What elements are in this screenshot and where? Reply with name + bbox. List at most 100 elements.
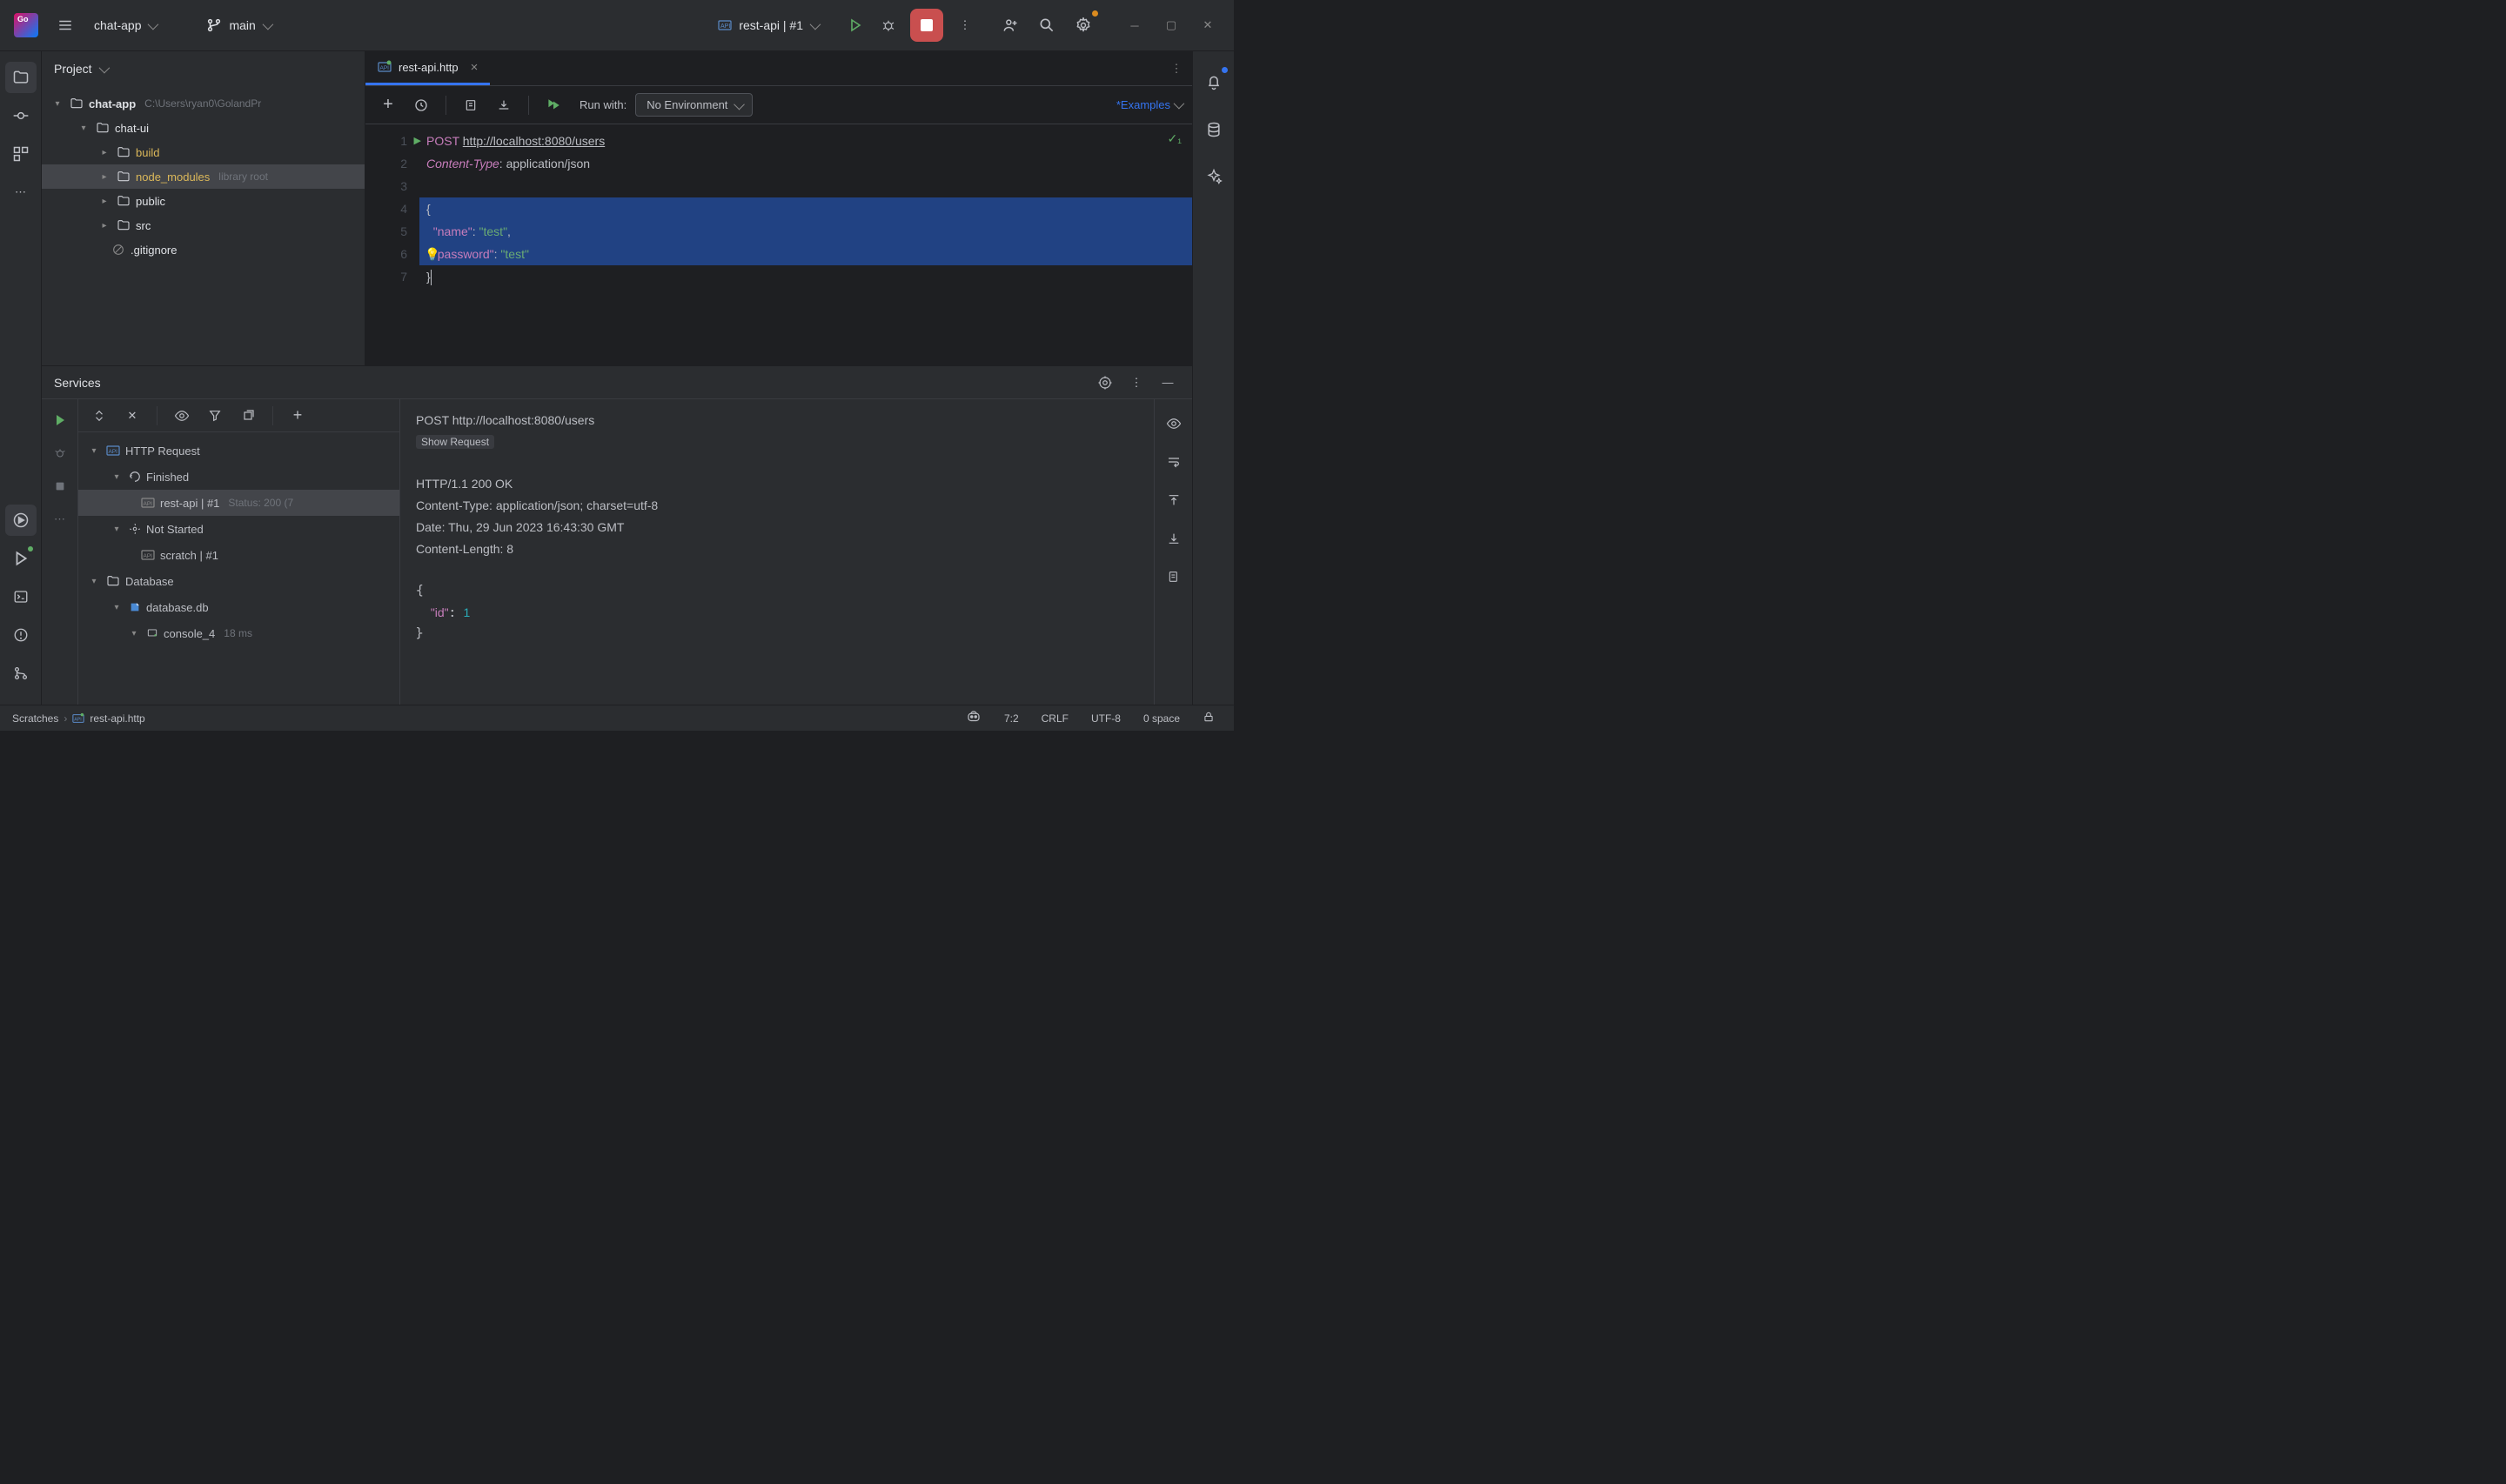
search-icon[interactable] bbox=[1030, 9, 1063, 42]
eye-icon[interactable] bbox=[170, 404, 194, 428]
services-tree-toolbar: ✕ + bbox=[78, 399, 399, 432]
run-button[interactable] bbox=[839, 9, 872, 42]
tree-item[interactable]: .gitignore bbox=[42, 237, 365, 262]
vcs-tool-button[interactable] bbox=[5, 658, 37, 689]
scroll-up-icon[interactable] bbox=[1162, 488, 1186, 512]
encoding[interactable]: UTF-8 bbox=[1084, 712, 1128, 725]
stop-icon[interactable] bbox=[48, 474, 72, 498]
ai-assist-icon[interactable] bbox=[1198, 161, 1230, 192]
database-tool-icon[interactable] bbox=[1198, 114, 1230, 145]
cursor-position[interactable]: 7:2 bbox=[997, 712, 1026, 725]
soft-wrap-icon[interactable] bbox=[1162, 450, 1186, 474]
run-all-icon[interactable] bbox=[541, 93, 566, 117]
tree-root[interactable]: ▾ chat-app C:\Users\ryan0\GolandPr bbox=[42, 91, 365, 116]
line-ending[interactable]: CRLF bbox=[1035, 712, 1075, 725]
services-tree[interactable]: ▾ API HTTP Request ▾ Finished API bbox=[78, 432, 399, 705]
copy-output-icon[interactable] bbox=[1162, 565, 1186, 589]
close-all-icon[interactable]: ✕ bbox=[120, 404, 144, 428]
debug-icon[interactable] bbox=[48, 441, 72, 465]
project-panel-header: Project bbox=[42, 51, 365, 86]
chevron-down-icon[interactable] bbox=[98, 62, 110, 73]
add-request-icon[interactable]: + bbox=[376, 93, 400, 117]
svg-text:API: API bbox=[720, 23, 730, 30]
problems-tool-button[interactable] bbox=[5, 619, 37, 651]
svc-node-http[interactable]: ▾ API HTTP Request bbox=[78, 438, 399, 464]
bulb-icon[interactable]: 💡 bbox=[425, 243, 439, 265]
project-selector[interactable]: chat-app bbox=[82, 13, 168, 37]
stop-button[interactable] bbox=[910, 9, 943, 42]
filter-icon[interactable] bbox=[203, 404, 227, 428]
import-icon[interactable] bbox=[492, 93, 516, 117]
examples-link[interactable]: *Examples bbox=[1116, 98, 1182, 111]
svg-text:API: API bbox=[109, 449, 118, 455]
scroll-down-icon[interactable] bbox=[1162, 526, 1186, 551]
lock-icon[interactable] bbox=[1196, 711, 1222, 725]
copilot-icon[interactable] bbox=[959, 709, 988, 727]
environment-select[interactable]: No Environment bbox=[635, 93, 753, 117]
structure-tool-button[interactable] bbox=[5, 138, 37, 170]
show-request-link[interactable]: Show Request bbox=[416, 435, 494, 449]
tree-item[interactable]: ▸ node_modules library root bbox=[42, 164, 365, 189]
minimize-panel-icon[interactable]: — bbox=[1156, 371, 1180, 395]
run-config-selector[interactable]: API rest-api | #1 bbox=[709, 13, 827, 37]
notifications-icon[interactable] bbox=[1198, 67, 1230, 98]
code-area[interactable]: POST http://localhost:8080/users Content… bbox=[419, 124, 1192, 365]
tree-item[interactable]: ▸ build bbox=[42, 140, 365, 164]
close-window[interactable]: ✕ bbox=[1190, 12, 1225, 38]
services-panel: Services ⋮ — bbox=[42, 365, 1192, 705]
chevron-down-icon bbox=[810, 18, 821, 30]
svg-text:API: API bbox=[144, 553, 153, 559]
editor-toolbar: + Run with: bbox=[365, 86, 1192, 124]
project-tree[interactable]: ▾ chat-app C:\Users\ryan0\GolandPr ▾ cha… bbox=[42, 86, 365, 365]
svc-node-console[interactable]: ▾ console_4 18 ms bbox=[78, 620, 399, 646]
breadcrumb[interactable]: Scratches › API rest-api.http bbox=[12, 712, 145, 725]
code-with-me-icon[interactable] bbox=[994, 9, 1027, 42]
services-tool-button[interactable] bbox=[5, 505, 37, 536]
svc-node-finished[interactable]: ▾ Finished bbox=[78, 464, 399, 490]
tree-item[interactable]: ▸ public bbox=[42, 189, 365, 213]
settings-icon[interactable] bbox=[1067, 9, 1100, 42]
tree-item[interactable]: ▸ src bbox=[42, 213, 365, 237]
project-name: chat-app bbox=[94, 18, 141, 32]
tab-more-icon[interactable]: ⋮ bbox=[1161, 51, 1192, 85]
svc-node-request[interactable]: API rest-api | #1 Status: 200 (7 bbox=[78, 490, 399, 516]
app-logo bbox=[14, 13, 38, 37]
terminal-tool-button[interactable] bbox=[5, 581, 37, 612]
svg-text:API: API bbox=[380, 65, 390, 71]
svc-node-dbfile[interactable]: ▾ database.db bbox=[78, 594, 399, 620]
indentation[interactable]: 0 space bbox=[1136, 712, 1187, 725]
project-tool-button[interactable] bbox=[5, 62, 37, 93]
maximize-window[interactable]: ▢ bbox=[1154, 12, 1189, 38]
more-icon[interactable]: ⋮ bbox=[1124, 371, 1149, 395]
debug-button[interactable] bbox=[872, 9, 905, 42]
editor-tab[interactable]: API rest-api.http × bbox=[365, 51, 490, 85]
editor-body[interactable]: ✓₁ 1▶ 2 3 4 5 6 7 POST http://localhost:… bbox=[365, 124, 1192, 365]
eye-icon[interactable] bbox=[1162, 411, 1186, 436]
add-service-icon[interactable]: + bbox=[285, 404, 310, 428]
svc-node-request[interactable]: API scratch | #1 bbox=[78, 542, 399, 568]
commit-tool-button[interactable] bbox=[5, 100, 37, 131]
minimize-window[interactable]: ─ bbox=[1117, 12, 1152, 38]
hamburger-icon[interactable] bbox=[49, 9, 82, 42]
more-tools-icon[interactable]: ⋯ bbox=[48, 507, 72, 531]
target-icon[interactable] bbox=[1093, 371, 1117, 395]
history-icon[interactable] bbox=[409, 93, 433, 117]
svc-node-notstarted[interactable]: ▾ Not Started bbox=[78, 516, 399, 542]
rerun-icon[interactable] bbox=[48, 408, 72, 432]
convert-icon[interactable] bbox=[459, 93, 483, 117]
more-actions-icon[interactable]: ⋮ bbox=[948, 9, 982, 42]
statusbar: Scratches › API rest-api.http 7:2 CRLF U… bbox=[0, 705, 1234, 731]
run-with-label: Run with: bbox=[580, 98, 626, 111]
svc-node-database[interactable]: ▾ Database bbox=[78, 568, 399, 594]
close-tab-icon[interactable]: × bbox=[471, 60, 479, 75]
editor-tabs: API rest-api.http × ⋮ bbox=[365, 51, 1192, 86]
more-tools-icon[interactable]: ⋯ bbox=[5, 177, 37, 208]
tree-item[interactable]: ▾ chat-ui bbox=[42, 116, 365, 140]
services-output: POST http://localhost:8080/users Show Re… bbox=[400, 399, 1192, 705]
output-text[interactable]: POST http://localhost:8080/users Show Re… bbox=[400, 399, 1154, 705]
svg-text:API: API bbox=[144, 501, 153, 507]
expand-collapse-icon[interactable] bbox=[87, 404, 111, 428]
run-tool-button[interactable] bbox=[5, 543, 37, 574]
open-in-new-icon[interactable] bbox=[236, 404, 260, 428]
branch-selector[interactable]: main bbox=[194, 12, 282, 38]
